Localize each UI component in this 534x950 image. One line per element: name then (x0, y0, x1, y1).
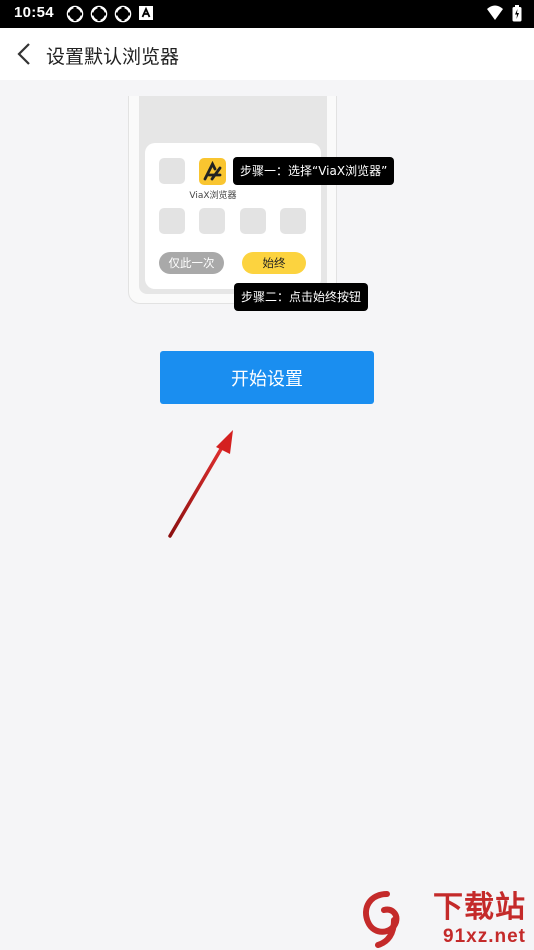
watermark-swirl-icon (363, 891, 400, 948)
chevron-left-icon[interactable] (10, 39, 38, 69)
viax-browser-label: ViaX浏览器 (189, 191, 237, 201)
app-placeholder (159, 158, 185, 184)
watermark-text-bottom: 91xz.net (443, 926, 526, 947)
app-placeholder (280, 208, 306, 234)
status-time: 10:54 (14, 4, 54, 21)
just-once-button-illustration: 仅此一次 (159, 252, 224, 274)
battery-charging-icon (512, 5, 522, 22)
notification-icon (114, 5, 132, 23)
app-bar: 设置默认浏览器 (0, 28, 534, 80)
app-placeholder (240, 208, 266, 234)
watermark-logo: 下载站 91xz.net (354, 888, 534, 950)
notification-icon (90, 5, 108, 23)
watermark-text-top: 下载站 (433, 890, 526, 925)
step1-tooltip: 步骤一：选择“ViaX浏览器” (233, 157, 395, 185)
always-button-illustration: 始终 (242, 252, 306, 274)
start-setup-button[interactable]: 开始设置 (160, 351, 374, 404)
status-icons-left (66, 5, 154, 23)
wifi-icon (487, 5, 503, 20)
step2-tooltip: 步骤二：点击始终按钮 (234, 283, 369, 311)
page-title: 设置默认浏览器 (46, 46, 180, 68)
status-icons-right (486, 5, 522, 22)
app-placeholder (199, 208, 225, 234)
red-arrow-annotation (168, 430, 233, 538)
app-a-icon (139, 6, 153, 20)
notification-icon (66, 5, 84, 23)
app-placeholder (159, 208, 185, 234)
status-bar: 10:54 (0, 0, 534, 28)
viax-browser-icon (199, 158, 226, 185)
